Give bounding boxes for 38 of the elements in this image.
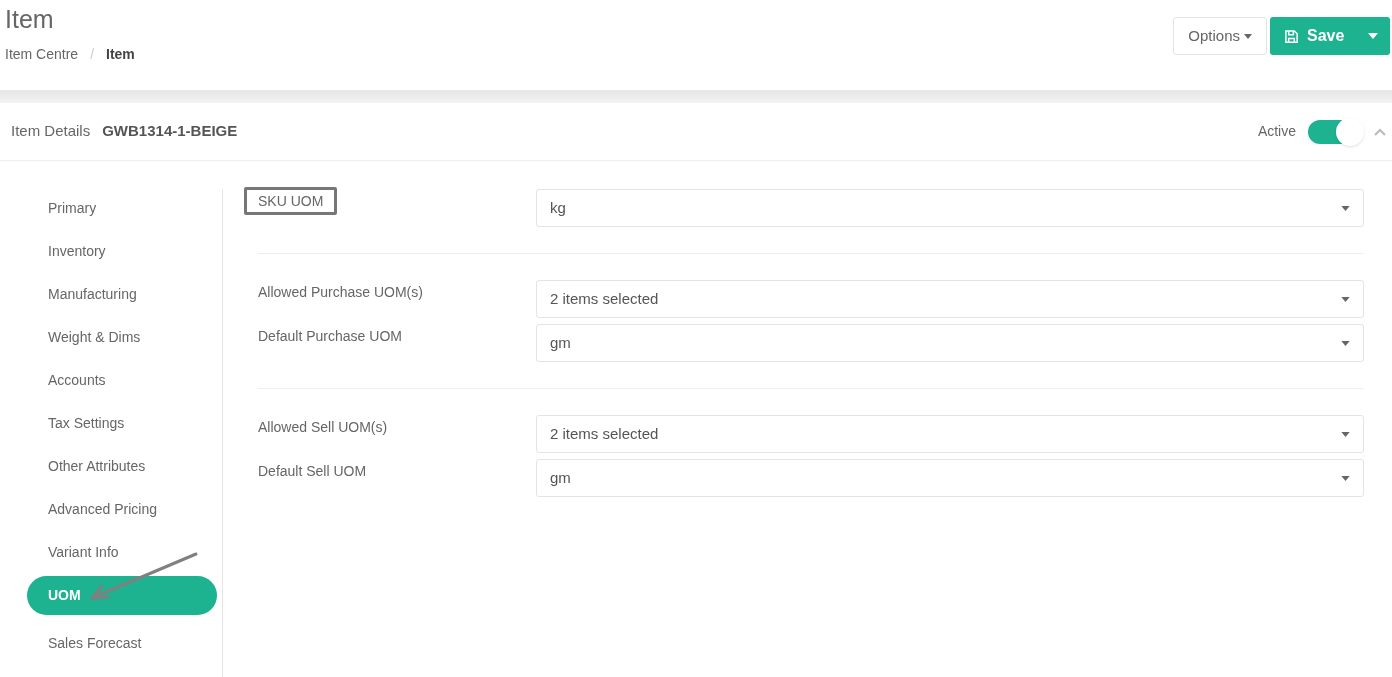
caret-icon	[1341, 205, 1350, 211]
caret-icon	[1341, 296, 1350, 302]
caret-icon	[1341, 340, 1350, 346]
sidebar-item[interactable]: Inventory	[27, 232, 217, 271]
sidebar-item[interactable]: Primary	[27, 189, 217, 228]
section-label: Item Details	[11, 121, 91, 142]
caret-icon	[1341, 431, 1350, 437]
sidebar-item[interactable]: Manufacturing	[27, 275, 217, 314]
dropdown-select[interactable]: 2 items selected	[536, 280, 1364, 318]
chevron-icon[interactable]	[1374, 127, 1386, 136]
floppy-disk-icon	[1284, 28, 1299, 44]
sidebar-item[interactable]: Tax Settings	[27, 404, 217, 443]
breadcrumb-item[interactable]: Item Centre	[5, 44, 79, 65]
field-label: SKU UOM	[244, 187, 338, 215]
dropdown-select[interactable]: gm	[536, 324, 1364, 362]
field-label: Default Purchase UOM	[258, 327, 402, 345]
sidebar-item[interactable]: Accounts	[27, 361, 217, 400]
sidebar-item[interactable]: Sales Forecast	[27, 624, 217, 663]
caret-icon	[1368, 33, 1378, 39]
field-label: Allowed Sell UOM(s)	[258, 418, 388, 436]
page-title: Item	[5, 4, 55, 35]
caret-icon	[1244, 33, 1252, 39]
dropdown-select[interactable]: gm	[536, 459, 1364, 497]
breadcrumb-item: Item	[106, 45, 135, 64]
active-toggle[interactable]	[1308, 119, 1362, 144]
dropdown-select[interactable]: kg	[536, 189, 1364, 227]
sidebar-item[interactable]: Advanced Pricing	[27, 490, 217, 529]
status-label: Active	[1257, 122, 1296, 141]
field-label: Default Sell UOM	[258, 462, 367, 480]
options-button[interactable]: Options	[1173, 17, 1267, 55]
breadcrumb-separator: /	[90, 45, 95, 64]
sidebar-item[interactable]: Weight & Dims	[27, 318, 217, 357]
dropdown-select[interactable]: 2 items selected	[536, 415, 1364, 453]
item-code: GWB1314-1-BEIGE	[102, 121, 238, 142]
field-label: Allowed Purchase UOM(s)	[258, 283, 423, 301]
sidebar-item[interactable]: Variant Info	[27, 533, 217, 572]
sidebar-item[interactable]: Other Attributes	[27, 447, 217, 486]
caret-icon	[1341, 475, 1350, 481]
